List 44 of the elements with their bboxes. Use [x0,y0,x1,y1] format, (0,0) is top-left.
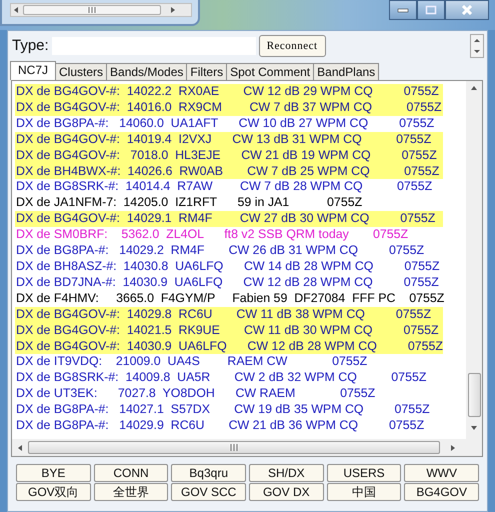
maximize-button[interactable] [417,0,445,20]
command-button[interactable]: WWV [404,464,479,482]
spot-row[interactable]: DX de UT3EK: 7027.8 YO8DOH CW RAEM 0755Z [15,386,443,402]
spot-row[interactable]: DX de JA1NFM-7: 14205.0 IZ1RFT 59 in JA1 0755Z [15,195,443,212]
command-button[interactable]: 中国 [326,483,402,501]
command-button[interactable]: GOV双向 [16,483,91,501]
command-button[interactable]: GOV DX [248,483,324,501]
horizontal-scrollbar[interactable] [12,439,466,456]
spot-row[interactable]: DX de SM0BRF: 5362.0 ZL4OL ft8 v2 SSB QRM today 0755Z [15,227,443,244]
command-button[interactable]: GOV SCC [171,483,246,501]
spot-row[interactable]: DX de IT9VDQ: 21009.0 UA4S RAEM CW 0755Z [15,354,443,370]
maximize-icon [425,5,437,15]
reconnect-button[interactable]: Reconnect [258,35,326,57]
scrollbar-thumb[interactable] [468,373,480,417]
tab[interactable]: BandPlans [313,63,380,80]
command-button[interactable]: SH/DX [248,464,324,482]
command-button[interactable]: USERS [326,464,402,482]
tab[interactable]: Filters [186,63,228,80]
spot-row[interactable]: DX de BG8SRK-#: 14009.8 UA5R CW 2 dB 32 WPM CQ 0755Z [15,370,443,386]
command-button[interactable]: Bq3qru [171,464,246,482]
minimize-icon [397,7,409,13]
tab[interactable]: Bands/Modes [106,63,188,80]
command-button[interactable]: CONN [94,464,168,482]
horizontal-scrollbar[interactable] [10,3,192,17]
minimize-button[interactable] [389,0,417,20]
tab[interactable]: Clusters [55,63,108,80]
command-button[interactable]: BG4GOV [404,483,479,501]
spot-list[interactable] [11,80,483,457]
tab[interactable]: Spot Comment [226,63,314,80]
spot-text: DX de JA1NFM-7: 14205.0 IZ1RFT 59 in JA1 0755Z [16,195,362,210]
spot-text: DX de SM0BRF: 5362.0 ZL4OL ft8 v2 SSB QRM today 0755Z [16,227,408,242]
spot-text: DX de BG8SRK-#: 14009.8 UA5R CW 2 dB 32 WPM CQ 0755Z [16,370,426,384]
close-icon [461,5,473,15]
type-label: Type: [12,36,49,56]
scrollbar-thumb[interactable] [28,441,440,454]
spin-control[interactable] [470,34,484,58]
scrollbar-thumb[interactable] [23,5,161,15]
command-button[interactable]: 全世界 [94,483,168,501]
spot-text: DX de IT9VDQ: 21009.0 UA4S RAEM CW 0755Z [16,354,368,368]
close-button[interactable] [445,0,489,20]
vertical-scrollbar[interactable] [466,81,482,439]
command-button[interactable]: BYE [16,464,91,482]
spot-text: DX de UT3EK: 7027.8 YO8DOH CW RAEM 0755Z [16,386,376,400]
tab[interactable]: NC7J [10,61,56,80]
